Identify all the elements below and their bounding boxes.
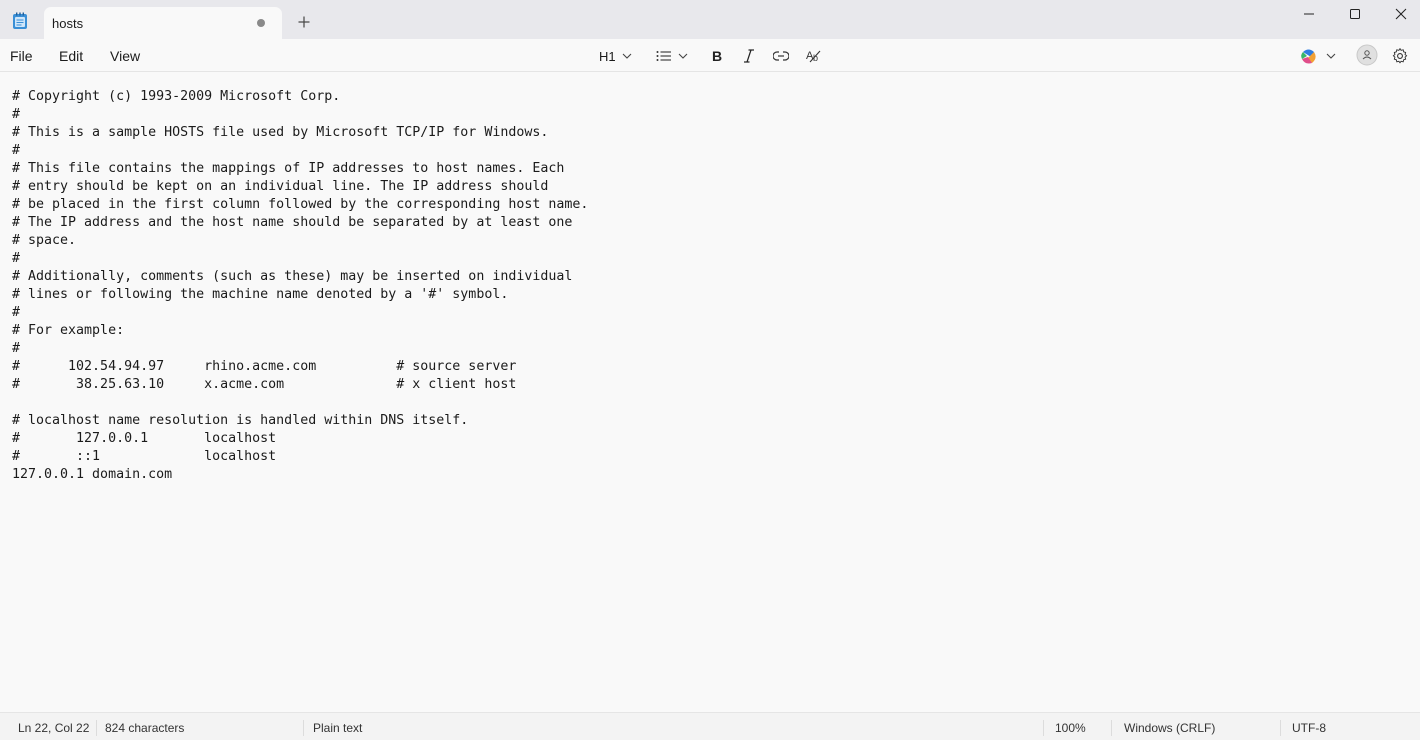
maximize-button[interactable] [1332,0,1378,28]
zoom-level[interactable]: 100% [1055,721,1086,735]
menu-bar: File Edit View H1 B A b [0,39,1420,72]
tab-title: hosts [52,16,84,31]
copilot-dropdown[interactable] [1300,45,1336,67]
chevron-down-icon [622,53,632,59]
editor-content[interactable]: # Copyright (c) 1993-2009 Microsoft Corp… [12,88,1420,484]
bold-icon: B [712,49,722,63]
close-icon [1395,8,1407,20]
bulleted-list-icon [656,51,671,61]
svg-text:B: B [712,49,722,63]
gear-icon [1392,48,1408,64]
status-divider [303,720,304,736]
italic-button[interactable] [742,45,756,67]
heading-dropdown[interactable]: H1 [599,45,632,67]
maximize-icon [1350,9,1360,19]
status-divider [1111,720,1112,736]
menu-file[interactable]: File [10,48,33,64]
unsaved-dot-icon[interactable] [257,19,265,27]
text-format[interactable]: Plain text [313,721,362,735]
menu-edit[interactable]: Edit [59,48,83,64]
settings-button[interactable] [1392,45,1408,67]
chevron-down-icon [1326,53,1336,59]
character-count: 824 characters [105,721,185,735]
status-divider [96,720,97,736]
clear-formatting-icon: A b [806,50,821,63]
status-divider [1043,720,1044,736]
italic-icon [744,49,754,63]
encoding[interactable]: UTF-8 [1292,721,1326,735]
status-divider [1280,720,1281,736]
title-bar: hosts [0,0,1420,40]
heading-label: H1 [599,48,616,64]
status-bar: Ln 22, Col 22 824 characters Plain text … [0,712,1420,740]
chevron-down-icon [678,53,688,59]
clear-formatting-button[interactable]: A b [806,45,822,67]
notepad-app-icon [12,12,28,30]
account-button[interactable] [1356,44,1378,66]
bold-button[interactable]: B [710,45,724,67]
plus-icon [298,16,310,28]
account-icon [1356,44,1378,66]
list-dropdown[interactable] [656,45,688,67]
new-tab-button[interactable] [294,12,314,32]
cursor-position: Ln 22, Col 22 [18,721,90,735]
minimize-button[interactable] [1286,0,1332,28]
minimize-icon [1304,13,1314,15]
line-ending[interactable]: Windows (CRLF) [1124,721,1215,735]
tab-hosts[interactable]: hosts [44,7,282,40]
link-icon [773,51,789,61]
copilot-icon [1301,49,1316,63]
close-button[interactable] [1378,0,1420,28]
menu-view[interactable]: View [110,48,140,64]
link-button[interactable] [773,45,789,67]
text-editor[interactable]: # Copyright (c) 1993-2009 Microsoft Corp… [0,72,1420,712]
